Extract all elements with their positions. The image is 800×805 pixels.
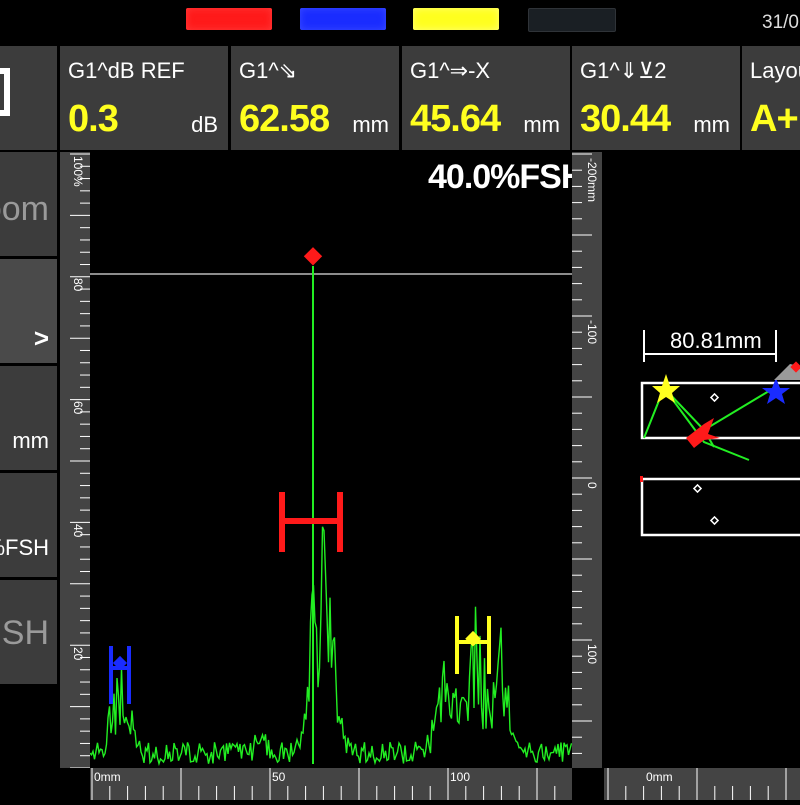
distance-label: 80.81mm <box>670 328 762 353</box>
reading-value: A+P <box>750 98 800 140</box>
reading-unit: mm <box>523 112 560 137</box>
side-menu-label: mm <box>12 428 49 453</box>
depth-axis: -200mm -100 0 100 <box>572 152 602 768</box>
side-menu-label: SH <box>1 614 49 652</box>
reading-label: G1^⇒-X <box>410 58 491 83</box>
geometry-view[interactable]: 80.81mm <box>604 152 800 768</box>
side-menu-next[interactable]: > <box>0 259 57 363</box>
ascan-svg[interactable] <box>89 152 573 768</box>
reading-label: G1^⇓⊻2 <box>580 58 667 83</box>
red-tick-marker <box>640 476 643 482</box>
range-axis-svg: 0mm 50 100 <box>91 768 574 800</box>
reading-value: 45.64 <box>410 98 501 140</box>
depth-label-minus100: -100 <box>585 320 599 344</box>
amplitude-label-60: 60 <box>71 401 85 415</box>
yellow-indicator <box>413 8 499 30</box>
amplitude-ticks <box>70 153 90 769</box>
ascan-plot[interactable] <box>89 152 573 768</box>
amplitude-axis-svg: 100% 80 60 40 20 <box>70 153 90 769</box>
amplitude-label-40: 40 <box>71 524 85 538</box>
side-menu-label: oom <box>0 190 49 228</box>
reading-value: 0.3 <box>68 98 119 140</box>
range-label-0: 0mm <box>94 770 121 784</box>
reading-db-ref[interactable]: G1^dB REF 0.3 dB <box>60 46 228 150</box>
side-menu-zoom[interactable]: oom <box>0 152 57 256</box>
blue-indicator <box>300 8 386 30</box>
range-axis: 0mm 50 100 <box>90 768 574 800</box>
side-menu-fsh[interactable]: %FSH <box>0 473 57 577</box>
reading-label: G1^dB REF <box>68 58 185 83</box>
yellow-gate-marker[interactable] <box>652 374 680 403</box>
red-gate[interactable] <box>279 492 343 552</box>
amplitude-label-20: 20 <box>71 647 85 661</box>
reading-layout[interactable]: Layou A+P <box>742 46 800 150</box>
depth-label-0: 0 <box>585 482 599 489</box>
range-ticks <box>91 768 574 800</box>
reading-surface-distance[interactable]: G1^⇒-X 45.64 mm <box>402 46 570 150</box>
red-indicator <box>186 8 272 30</box>
reading-label: G1^⇘ <box>239 58 298 83</box>
peak-marker-red[interactable] <box>303 247 323 266</box>
depth-label-100: 100 <box>585 644 599 664</box>
reading-sound-path[interactable]: G1^⇘ 62.58 mm <box>231 46 399 150</box>
ascan-signal <box>89 526 573 767</box>
depth-label-minus200: -200mm <box>585 158 599 202</box>
geometry-svg[interactable]: 80.81mm <box>604 152 800 768</box>
menu-toggle-button[interactable] <box>0 46 57 150</box>
geometry-axis: 0mm <box>604 768 800 800</box>
lower-test-piece <box>640 477 800 537</box>
side-menu-label: %FSH <box>0 535 49 560</box>
reading-unit: mm <box>352 112 389 137</box>
depth-axis-svg: -200mm -100 0 100 <box>572 153 599 754</box>
reading-value: 30.44 <box>580 98 671 140</box>
range-label-100: 100 <box>450 770 470 784</box>
chevron-right-icon: > <box>33 323 49 353</box>
inactive-indicator <box>528 8 616 32</box>
reading-label: Layou <box>750 58 800 83</box>
bracket-icon <box>0 68 10 116</box>
side-menu-fsh-mode[interactable]: SH <box>0 580 57 684</box>
geometry-ticks <box>607 768 787 800</box>
date-display: 31/0 <box>762 12 799 33</box>
reading-unit: dB <box>191 112 218 137</box>
amplitude-axis: 100% 80 60 40 20 <box>60 152 90 769</box>
amplitude-label-80: 80 <box>71 278 85 292</box>
fsh-readout: 40.0%FSH <box>428 158 585 196</box>
reading-unit: mm <box>693 112 730 137</box>
geometry-axis-svg: 0mm <box>607 768 787 800</box>
side-menu-unit[interactable]: mm <box>0 366 57 470</box>
reading-value: 62.58 <box>239 98 330 140</box>
reading-depth[interactable]: G1^⇓⊻2 30.44 mm <box>572 46 740 150</box>
amplitude-label-100: 100% <box>71 156 85 187</box>
geometry-axis-label: 0mm <box>646 770 673 784</box>
range-label-50: 50 <box>272 770 286 784</box>
reflector-dots <box>692 392 720 526</box>
